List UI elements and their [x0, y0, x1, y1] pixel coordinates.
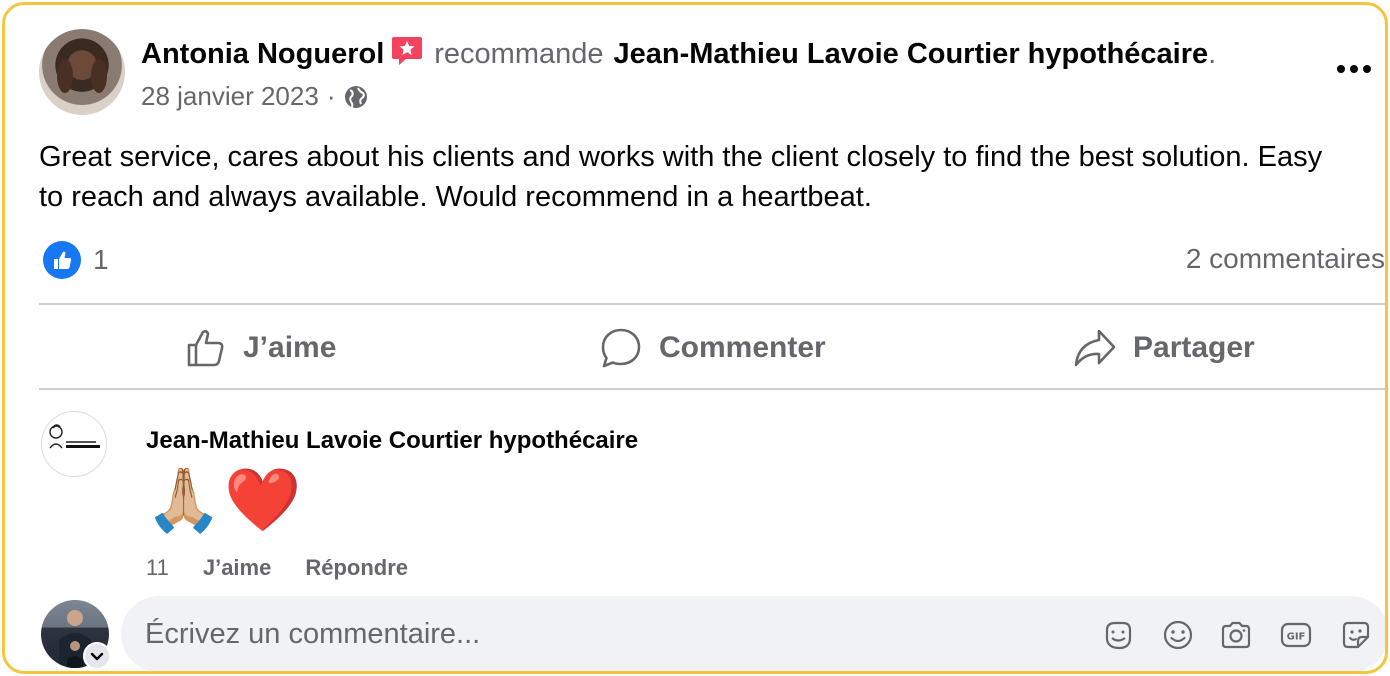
page-name-link[interactable]: Jean-Mathieu Lavoie Courtier hypothécair… — [614, 38, 1209, 70]
avatar-dog-ear — [57, 59, 73, 93]
divider — [39, 303, 1385, 305]
red-heart-emoji: ❤️ — [224, 466, 302, 535]
camera-icon[interactable] — [1219, 618, 1253, 652]
svg-text:GIF: GIF — [1287, 632, 1306, 643]
comment-input[interactable] — [145, 596, 1045, 671]
post-date-line: 28 janvier 2023 · — [141, 81, 369, 112]
post-header: Antonia Noguerol recommande Jean-Mathieu … — [141, 35, 1216, 71]
comment-button-label: Commenter — [659, 331, 826, 364]
comment-like-button[interactable]: J’aime — [203, 555, 272, 581]
gif-icon[interactable]: GIF — [1279, 618, 1313, 652]
comment-button[interactable]: Commenter — [599, 323, 826, 373]
avatar-dog-ear — [91, 59, 107, 93]
divider — [39, 388, 1385, 390]
post-card: Antonia Noguerol recommande Jean-Mathieu … — [2, 2, 1388, 674]
speech-bubble-icon — [599, 326, 643, 370]
comment-reply-button[interactable]: Répondre — [305, 555, 408, 581]
comment-body: 🙏🏼 ❤️ — [145, 465, 301, 537]
reactions-summary[interactable]: 1 — [43, 241, 109, 279]
sticker-icon[interactable] — [1339, 618, 1373, 652]
post-date[interactable]: 28 janvier 2023 — [141, 81, 319, 112]
thumbs-up-icon — [185, 327, 227, 369]
globe-icon — [343, 84, 369, 110]
share-arrow-icon — [1073, 327, 1117, 369]
comment-composer[interactable]: GIF — [121, 596, 1385, 671]
date-separator: · — [326, 81, 336, 111]
recommend-badge-icon — [390, 35, 424, 67]
comment-time[interactable]: 11 — [146, 555, 169, 581]
avatar-sticker-icon[interactable] — [1101, 618, 1135, 652]
like-button[interactable]: J’aime — [185, 323, 336, 373]
comment-meta: 11 J’aime Répondre — [146, 555, 408, 581]
share-button[interactable]: Partager — [1073, 323, 1255, 373]
author-name[interactable]: Antonia Noguerol — [141, 38, 384, 70]
praying-hands-emoji: 🙏🏼 — [145, 466, 223, 535]
like-count: 1 — [93, 244, 109, 275]
like-button-label: J’aime — [243, 331, 337, 364]
emoji-icon[interactable] — [1161, 618, 1195, 652]
comments-count-link[interactable]: 2 commentaires — [1186, 243, 1385, 275]
more-options-icon[interactable] — [1335, 57, 1375, 81]
header-period: . — [1208, 38, 1217, 70]
share-button-label: Partager — [1133, 331, 1255, 364]
post-text: Great service, cares about his clients a… — [39, 141, 1323, 213]
commenter-avatar[interactable] — [41, 411, 107, 477]
comment-author[interactable]: Jean-Mathieu Lavoie Courtier hypothécair… — [146, 427, 638, 455]
recommend-word: recommande — [434, 38, 604, 70]
author-avatar[interactable] — [39, 29, 125, 115]
chevron-down-icon[interactable] — [83, 642, 111, 670]
like-reaction-icon — [43, 241, 81, 279]
